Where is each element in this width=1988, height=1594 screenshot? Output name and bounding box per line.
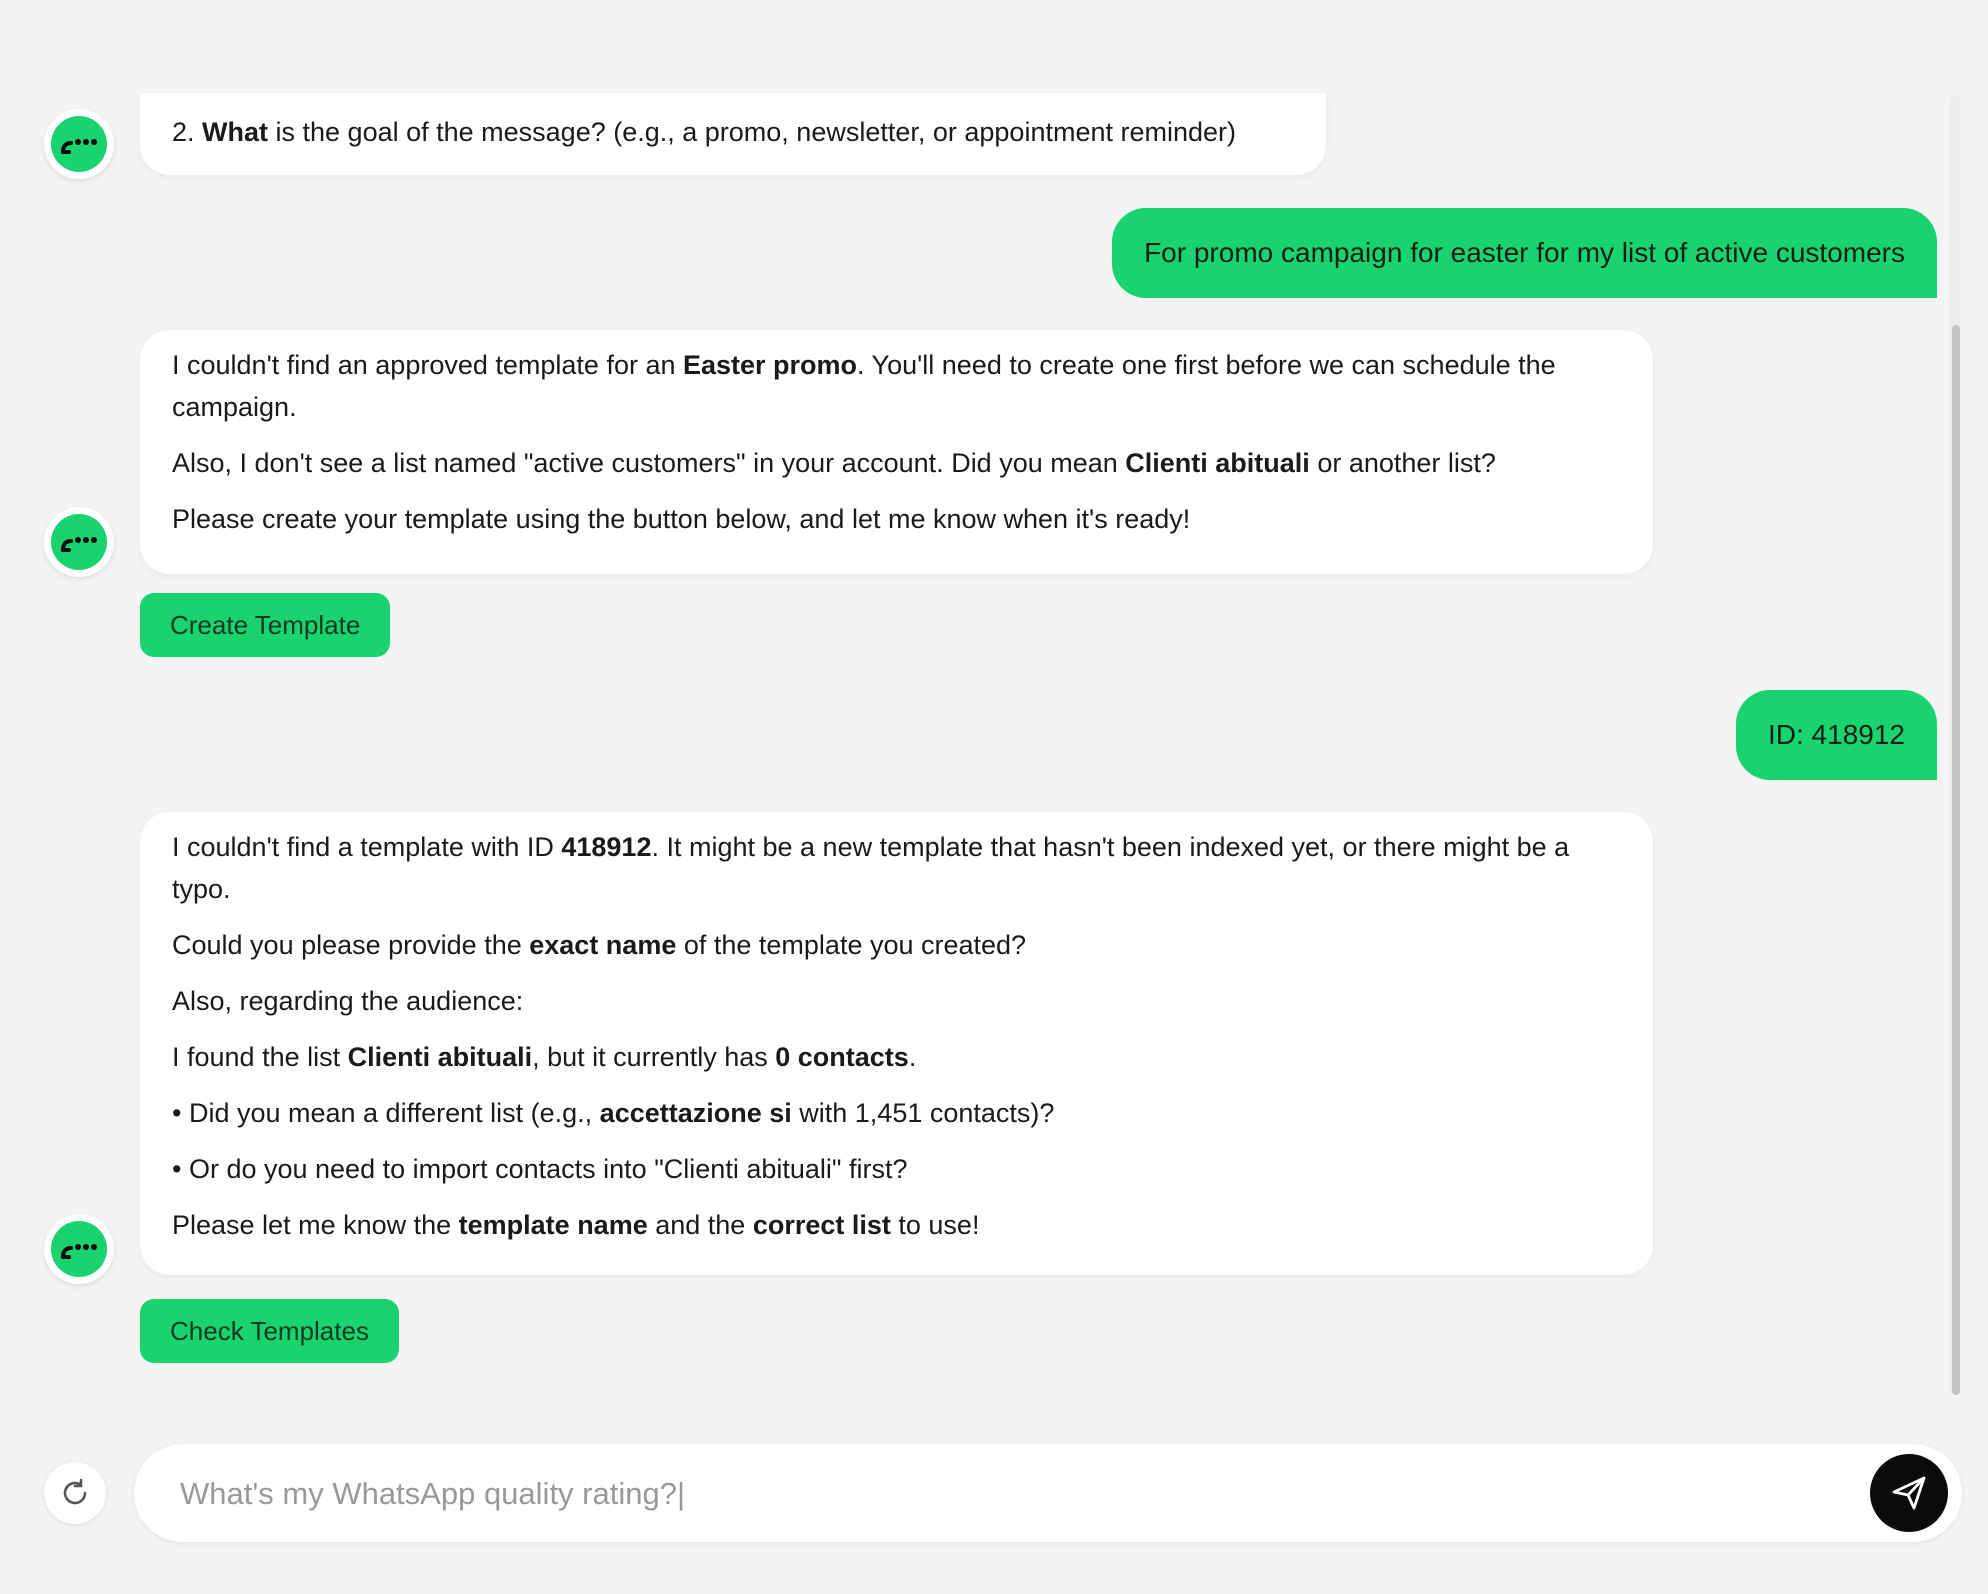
bot-message: 2. What is the goal of the message? (e.g… — [140, 93, 1326, 175]
message-text: Please let me know the template name and… — [172, 1210, 980, 1240]
message-text: Please create your template using the bu… — [172, 504, 1191, 534]
message-text: Also, regarding the audience: — [172, 986, 524, 1016]
send-icon — [1892, 1476, 1926, 1510]
message-text: I found the list Clienti abituali, but i… — [172, 1042, 917, 1072]
bot-avatar — [44, 1214, 114, 1284]
message-text: • Did you mean a different list (e.g., a… — [172, 1098, 1055, 1128]
message-text: • Or do you need to import contacts into… — [172, 1154, 908, 1184]
chat-thread: 2. What is the goal of the message? (e.g… — [0, 93, 1988, 1415]
message-text: I couldn't find an approved template for… — [172, 350, 1556, 422]
bot-message: I couldn't find an approved template for… — [140, 330, 1653, 574]
refresh-button[interactable] — [44, 1462, 106, 1524]
message-text: ID: 418912 — [1768, 719, 1905, 750]
create-template-button[interactable]: Create Template — [140, 593, 391, 657]
scrollbar-thumb[interactable] — [1952, 325, 1960, 1395]
message-text: I couldn't find a template with ID 41891… — [172, 832, 1570, 904]
message-text: Also, I don't see a list named "active c… — [172, 448, 1496, 478]
chat-bubble-icon — [51, 514, 107, 570]
message-text: For promo campaign for easter for my lis… — [1144, 237, 1905, 268]
user-message: For promo campaign for easter for my lis… — [1112, 208, 1937, 298]
bot-message: I couldn't find a template with ID 41891… — [140, 812, 1653, 1275]
message-input[interactable] — [178, 1468, 1842, 1520]
chat-bubble-icon — [51, 1221, 107, 1277]
message-text: Could you please provide the exact name … — [172, 930, 1027, 960]
refresh-icon — [63, 1478, 87, 1505]
bot-avatar — [44, 507, 114, 577]
chat-bubble-icon — [51, 116, 107, 172]
check-templates-button[interactable]: Check Templates — [140, 1299, 399, 1363]
send-button[interactable] — [1870, 1454, 1948, 1532]
message-text: 2. What is the goal of the message? (e.g… — [172, 117, 1237, 147]
message-input-container[interactable] — [134, 1444, 1962, 1542]
user-message: ID: 418912 — [1736, 690, 1937, 780]
bot-avatar — [44, 109, 114, 179]
